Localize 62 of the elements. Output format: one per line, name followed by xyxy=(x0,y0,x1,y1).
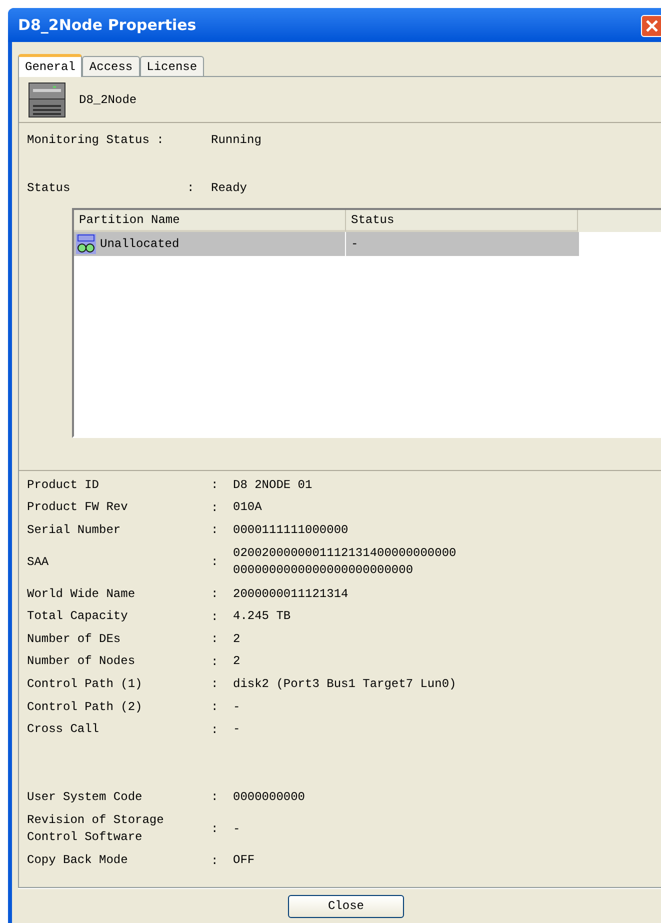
colon: : xyxy=(211,500,220,517)
monitoring-status-value: Running xyxy=(211,132,262,149)
property-label: Control Software xyxy=(27,829,144,846)
property-label: World Wide Name xyxy=(27,586,136,603)
property-value: 2000000011121314 xyxy=(233,586,348,603)
colon: : xyxy=(211,608,220,626)
colon: : xyxy=(211,522,220,540)
property-value: - xyxy=(233,820,240,838)
property-label: SAA xyxy=(27,554,50,571)
property-label: Revision of Storage xyxy=(27,812,165,830)
colon: : xyxy=(211,586,220,604)
property-label: Number of Nodes xyxy=(27,653,136,670)
partition-icon xyxy=(76,234,96,254)
colon: : xyxy=(211,789,220,806)
property-value: 4.245 TB xyxy=(233,608,291,626)
close-button[interactable] xyxy=(641,15,661,37)
colon: : xyxy=(211,631,220,648)
property-label: User System Code xyxy=(27,788,144,806)
tab[interactable]: General xyxy=(18,54,82,77)
colon: : xyxy=(211,852,220,870)
device-name: D8_2Node xyxy=(79,92,137,108)
property-label: Copy Back Mode xyxy=(27,852,129,870)
partition-name: Unallocated xyxy=(100,236,180,253)
colon: : xyxy=(211,477,220,494)
property-label: Serial Number xyxy=(27,522,122,539)
partition-status: - xyxy=(350,236,358,253)
property-value: 0000111111000000 xyxy=(233,522,348,539)
property-value: - xyxy=(233,721,240,738)
property-value: - xyxy=(233,698,240,716)
monitoring-status-label: Monitoring Status : xyxy=(27,132,165,149)
colon: : xyxy=(187,180,196,197)
partition-row[interactable]: Unallocated - xyxy=(74,232,579,256)
property-value: D8 2NODE 01 xyxy=(233,476,312,494)
property-value: 0000000000000000000000000 xyxy=(233,562,414,580)
property-label: Product FW Rev xyxy=(27,499,129,516)
status-value: Ready xyxy=(211,180,248,197)
colon: : xyxy=(211,676,220,694)
property-value: 010A xyxy=(233,499,262,516)
property-label: Control Path (1) xyxy=(27,676,144,693)
window-title: D8_2Node Properties xyxy=(18,14,196,36)
colon: : xyxy=(211,821,220,838)
property-label: Control Path (2) xyxy=(27,698,144,716)
status-label: Status xyxy=(27,180,72,197)
tab[interactable]: License xyxy=(140,56,204,76)
close-icon xyxy=(646,20,658,32)
colon: : xyxy=(211,554,220,572)
property-value: disk2 (Port3 Bus1 Target7 Lun0) xyxy=(233,676,456,693)
colon: : xyxy=(211,654,220,671)
property-label: Cross Call xyxy=(27,721,100,738)
property-label: Total Capacity xyxy=(27,608,129,626)
close-dialog-button[interactable]: Close xyxy=(288,894,404,918)
tab[interactable]: Access xyxy=(82,56,140,76)
property-label: Number of DEs xyxy=(27,630,122,648)
property-value: 2 xyxy=(233,653,240,670)
property-label: Product ID xyxy=(27,476,100,494)
property-value: 0000000000 xyxy=(233,788,306,806)
property-value: 2 xyxy=(233,630,240,648)
property-value: OFF xyxy=(233,852,255,870)
colon: : xyxy=(211,722,220,739)
property-value: 0200200000001112131400000000000 xyxy=(233,545,456,562)
colon: : xyxy=(211,699,220,716)
server-icon xyxy=(27,80,67,118)
